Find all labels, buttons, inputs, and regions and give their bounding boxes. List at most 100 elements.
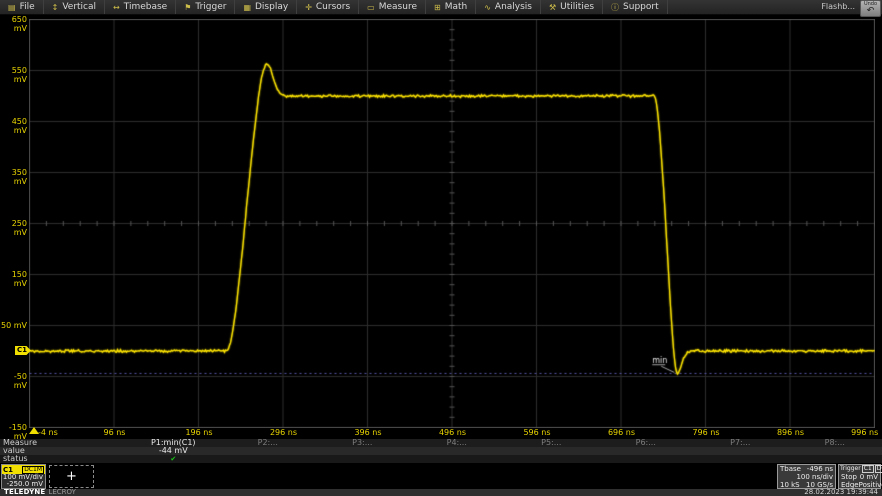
menu-vertical-label: Vertical: [62, 2, 96, 12]
y-axis-label: 50 mV: [0, 321, 27, 330]
x-axis-label: 396 ns: [354, 428, 381, 437]
x-axis-label: -4 ns: [38, 428, 58, 437]
measure-param-value: [788, 447, 882, 455]
measure-param-status-icon: [599, 455, 694, 463]
menu-analysis-label: Analysis: [495, 2, 532, 12]
waveform-display[interactable]: [29, 19, 875, 428]
display-icon: ▦: [243, 3, 251, 12]
measure-param-header[interactable]: P2:...: [221, 439, 316, 447]
measure-param-header[interactable]: P3:...: [315, 439, 410, 447]
timebase-icon: ↔: [113, 3, 120, 12]
x-axis-label: 596 ns: [523, 428, 550, 437]
measure-param-value: [315, 447, 410, 455]
trigger-icon: ⚑: [184, 3, 191, 12]
timebase-label: Tbase: [780, 465, 801, 473]
measure-param-header[interactable]: P1:min(C1): [126, 439, 221, 447]
timebase-scale: 100 ns/div: [796, 473, 833, 481]
brand-secondary: LECROY: [48, 488, 75, 496]
cursors-icon: ✛: [305, 3, 312, 12]
y-axis-label: 150 mV: [0, 270, 27, 288]
add-channel-button[interactable]: +: [49, 465, 94, 488]
menu-file-label: File: [20, 2, 35, 12]
undo-button[interactable]: Undo ↶: [860, 0, 881, 17]
x-axis-label: 896 ns: [777, 428, 804, 437]
x-axis-label: 696 ns: [608, 428, 635, 437]
support-icon: ⓘ: [611, 2, 619, 13]
menu-timebase[interactable]: ↔ Timebase: [105, 0, 176, 14]
menu-file[interactable]: ▤ File: [0, 0, 44, 14]
y-axis-label: 350 mV: [0, 168, 27, 186]
menu-display[interactable]: ▦ Display: [235, 0, 297, 14]
oscilloscope-screen: ▤ File ↕ Vertical ↔ Timebase ⚑ Trigger ▦ Disp…: [0, 0, 882, 496]
y-axis-label: 450 mV: [0, 117, 27, 135]
menu-bar: ▤ File ↕ Vertical ↔ Timebase ⚑ Trigger ▦ Disp…: [0, 0, 882, 15]
measure-param-header[interactable]: P4:...: [410, 439, 505, 447]
utilities-icon: ⚒: [549, 3, 556, 12]
measure-row-label: value: [0, 447, 126, 455]
y-axis-label: 250 mV: [0, 219, 27, 237]
measure-param-status-icon: [410, 455, 505, 463]
menu-timebase-label: Timebase: [124, 2, 167, 12]
menu-trigger[interactable]: ⚑ Trigger: [176, 0, 235, 14]
trigger-label: Trigger: [840, 465, 861, 473]
measure-param-status-icon: ✔: [126, 455, 221, 463]
channel1-descriptor-box[interactable]: C1 DC1M 100 mV/div -250.0 mV: [1, 464, 46, 489]
measure-row-label: Measure: [0, 439, 126, 447]
measure-param-value: [504, 447, 599, 455]
menu-trigger-label: Trigger: [195, 2, 226, 12]
measure-param-header[interactable]: P7:...: [693, 439, 788, 447]
menu-cursors[interactable]: ✛ Cursors: [297, 0, 359, 14]
measure-param-status-icon: [693, 455, 788, 463]
trigger-time-marker-icon[interactable]: [29, 427, 39, 434]
measure-row-header: Measure P1:min(C1) P2:... P3:... P4:... P5:..…: [0, 439, 882, 447]
measure-param-header[interactable]: P6:...: [599, 439, 694, 447]
measure-param-value: [693, 447, 788, 455]
menu-vertical[interactable]: ↕ Vertical: [44, 0, 105, 14]
menu-math[interactable]: ⊞ Math: [426, 0, 476, 14]
menu-cursors-label: Cursors: [316, 2, 350, 12]
channel1-descriptor-body: 100 mV/div -250.0 mV: [2, 474, 45, 488]
measure-param-status-icon: [788, 455, 882, 463]
measure-param-header[interactable]: P5:...: [504, 439, 599, 447]
timebase-descriptor-box[interactable]: Tbase -496 ns 100 ns/div 10 kS 10 GS/s: [777, 464, 836, 489]
menu-measure[interactable]: ▭ Measure: [359, 0, 426, 14]
channel1-offset: -250.0 mV: [2, 481, 43, 488]
trigger-level: 0 mV: [860, 473, 878, 481]
menu-measure-label: Measure: [379, 2, 417, 12]
measure-icon: ▭: [367, 3, 375, 12]
measure-table: Measure P1:min(C1) P2:... P3:... P4:... P5:..…: [0, 439, 882, 463]
y-axis-label: 550 mV: [0, 66, 27, 84]
measure-param-header[interactable]: P8:...: [788, 439, 882, 447]
measure-row-value: value -44 mV: [0, 447, 882, 455]
menu-utilities[interactable]: ⚒ Utilities: [541, 0, 603, 14]
menu-analysis[interactable]: ∿ Analysis: [476, 0, 541, 14]
measure-param-status-icon: [504, 455, 599, 463]
trigger-descriptor-box[interactable]: TriggerC1DC Stop0 mV EdgePositive: [838, 464, 881, 489]
trigger-mode: Stop: [841, 473, 857, 481]
menu-support[interactable]: ⓘ Support: [603, 0, 668, 14]
trigger-source-badge: C1: [862, 465, 874, 473]
x-axis-label: 796 ns: [692, 428, 719, 437]
x-axis-label: 996 ns: [851, 428, 878, 437]
math-icon: ⊞: [434, 3, 441, 12]
y-axis-label: -50 mV: [0, 372, 27, 390]
flashback-label[interactable]: Flashb...: [821, 2, 855, 11]
menu-display-label: Display: [255, 2, 288, 12]
brand-primary: TELEDYNE: [4, 488, 45, 496]
menu-math-label: Math: [445, 2, 468, 12]
x-axis-label: 296 ns: [270, 428, 297, 437]
measure-param-value: [599, 447, 694, 455]
measure-row-status: status ✔: [0, 455, 882, 463]
timebase-delay: -496 ns: [807, 465, 833, 473]
measure-row-label: status: [0, 455, 126, 463]
undo-icon: ↶: [861, 7, 880, 15]
file-icon: ▤: [8, 3, 16, 12]
datetime-label: 28.02.2023 19:39:44: [804, 489, 878, 496]
menu-support-label: Support: [623, 2, 659, 12]
vertical-icon: ↕: [52, 3, 59, 12]
menu-utilities-label: Utilities: [560, 2, 594, 12]
trigger-coupling-badge: DC: [875, 465, 882, 473]
measure-param-value: [410, 447, 505, 455]
status-bar: TELEDYNE LECROY 28.02.2023 19:39:44: [0, 489, 882, 496]
measure-param-status-icon: [315, 455, 410, 463]
